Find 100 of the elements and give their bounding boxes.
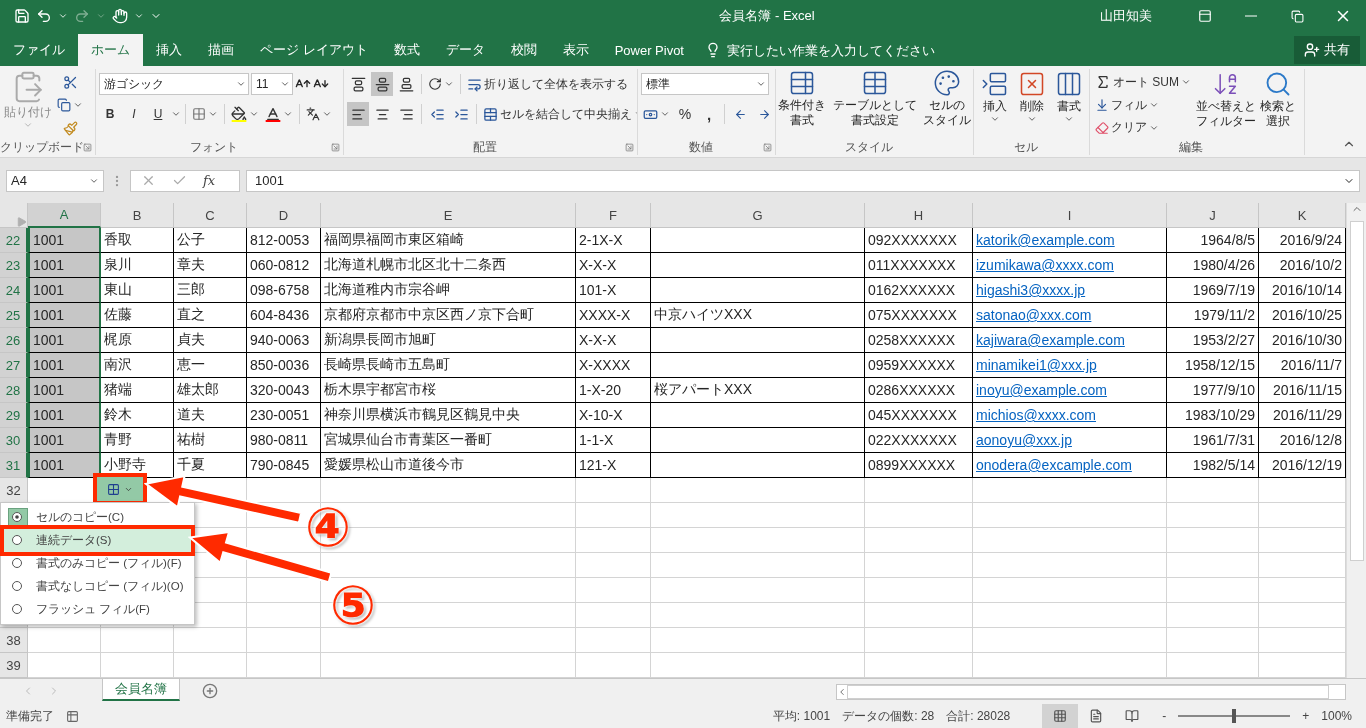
row-header[interactable]: 31 <box>0 453 28 478</box>
ribbon-tab[interactable]: 数式 <box>380 34 433 66</box>
table-cell: 1958/12/15 <box>1167 353 1259 378</box>
table-cell: 1001 <box>28 428 101 453</box>
ribbon-tab[interactable]: 表示 <box>549 34 602 66</box>
column-header[interactable]: D <box>247 203 321 228</box>
row-header[interactable]: 32 <box>0 478 28 503</box>
ribbon-tab[interactable]: 挿入 <box>143 34 195 66</box>
sheet-tab[interactable]: 会員名簿 <box>102 679 180 701</box>
table-cell: 011XXXXXXX <box>865 253 973 278</box>
email-link[interactable]: satonao@xxx.com <box>973 303 1167 328</box>
table-cell: 940-0063 <box>247 328 321 353</box>
format-as-table-button[interactable]: テーブルとして 書式設定 <box>832 69 917 139</box>
table-cell: 愛媛県松山市道後今市 <box>321 453 576 478</box>
row-header[interactable]: 23 <box>0 253 28 278</box>
menu-item[interactable]: フラッシュ フィル(F) <box>4 598 192 621</box>
column-header[interactable]: I <box>973 203 1167 228</box>
row-header[interactable]: 28 <box>0 378 28 403</box>
table-cell: X-X-X <box>576 328 651 353</box>
wrap-text-button[interactable]: 折り返して全体を表示する <box>465 72 630 96</box>
italic-button[interactable]: I <box>123 102 145 126</box>
bold-button[interactable]: B <box>99 102 121 126</box>
table-cell: 道夫 <box>174 403 247 428</box>
ribbon-tab[interactable]: ファイル <box>0 34 78 66</box>
email-link[interactable]: inoyu@example.com <box>973 378 1167 403</box>
ribbon-tab[interactable]: 校閲 <box>497 34 550 66</box>
table-cell: 神奈川県横浜市鶴見区鶴見中央 <box>321 403 576 428</box>
comma-button[interactable]: , <box>698 102 720 126</box>
clear-button[interactable]: クリア <box>1093 116 1193 139</box>
group-label: スタイル <box>844 138 893 155</box>
ribbon-tab[interactable]: 描画 <box>195 34 247 66</box>
status-average: 平均: 1001 <box>772 707 831 725</box>
email-link[interactable]: kajiwara@example.com <box>973 328 1167 353</box>
email-link[interactable]: minamikei1@xxx.jp <box>973 353 1167 378</box>
row-header[interactable]: 30 <box>0 428 28 453</box>
conditional-format-button[interactable]: 条件付き 書式 <box>778 69 826 139</box>
row-header[interactable]: 38 <box>0 628 28 653</box>
find-select-button[interactable]: 検索と 選択 <box>1259 69 1297 139</box>
column-header[interactable]: H <box>865 203 973 228</box>
table-cell: 1-X-20 <box>576 378 651 403</box>
ribbon-tab[interactable]: データ <box>432 34 498 66</box>
column-header[interactable]: C <box>174 203 247 228</box>
row-header[interactable]: 39 <box>0 653 28 678</box>
fill-button[interactable]: フィル <box>1093 93 1193 117</box>
column-header[interactable]: B <box>101 203 174 228</box>
row-header[interactable]: 22 <box>0 228 28 253</box>
row-header[interactable]: 27 <box>0 353 28 378</box>
sort-filter-button[interactable]: 並べ替えと フィルター <box>1195 69 1257 139</box>
table-cell: 祐樹 <box>174 428 247 453</box>
ribbon-tab[interactable]: Power Pivot <box>601 34 697 66</box>
autosum-button[interactable]: オート SUM <box>1093 71 1193 94</box>
table-cell: 栃木県宇都宮市桜 <box>321 378 576 403</box>
number-format-select[interactable]: 標準 <box>641 73 769 95</box>
group-label: セル <box>1013 138 1038 155</box>
merge-center-button[interactable]: セルを結合して中央揃え <box>481 102 637 126</box>
table-cell: 梶原 <box>101 328 174 353</box>
menu-item[interactable]: 書式のみコピー (フィル)(F) <box>4 552 192 575</box>
format-button[interactable]: 書式 <box>1053 69 1084 139</box>
column-header[interactable]: J <box>1167 203 1259 228</box>
column-header[interactable]: A <box>28 203 101 228</box>
group-label: フォント <box>189 138 238 155</box>
tell-me-field[interactable]: 実行したい作業を入力してください <box>725 41 999 59</box>
table-cell: 中京ハイツXXX <box>651 303 865 328</box>
email-link[interactable]: michios@xxxx.com <box>973 403 1167 428</box>
column-header[interactable]: K <box>1259 203 1346 228</box>
share-button[interactable]: 共有 <box>1294 36 1360 64</box>
row-header[interactable]: 26 <box>0 328 28 353</box>
email-link[interactable]: higashi3@xxxx.jp <box>973 278 1167 303</box>
name-box[interactable]: A4 <box>6 169 104 192</box>
table-cell: 1969/7/19 <box>1167 278 1259 303</box>
table-cell: 桜アパートXXX <box>651 378 865 403</box>
email-link[interactable]: izumikawa@xxxx.com <box>973 253 1167 278</box>
percent-button[interactable]: % <box>674 102 696 126</box>
table-cell: 1001 <box>28 453 101 478</box>
zoom-level[interactable]: 100% <box>1321 709 1352 723</box>
insert-button[interactable]: 挿入 <box>979 69 1010 139</box>
email-link[interactable]: onodera@excample.com <box>973 453 1167 478</box>
row-header[interactable]: 29 <box>0 403 28 428</box>
delete-button[interactable]: 削除 <box>1016 69 1047 139</box>
row-header[interactable]: 25 <box>0 303 28 328</box>
table-cell: 1001 <box>28 328 101 353</box>
font-select[interactable]: 游ゴシック <box>99 73 249 95</box>
zoom-in-button[interactable]: + <box>1302 709 1310 723</box>
row-header[interactable]: 24 <box>0 278 28 303</box>
underline-button[interactable]: U <box>147 102 169 126</box>
font-size-select[interactable]: 11 <box>251 73 293 95</box>
column-header[interactable]: E <box>321 203 576 228</box>
email-link[interactable]: aonoyu@xxx.jp <box>973 428 1167 453</box>
column-header[interactable]: G <box>651 203 865 228</box>
zoom-out-button[interactable]: - <box>1162 709 1167 723</box>
email-link[interactable]: katorik@example.com <box>973 228 1167 253</box>
ribbon-tab[interactable]: ページ レイアウト <box>247 34 381 66</box>
table-cell: 060-0812 <box>247 253 321 278</box>
ribbon-tab[interactable]: ホーム <box>78 34 143 66</box>
formula-field[interactable]: 1001 <box>246 169 1360 192</box>
insert-function-button[interactable]: fx <box>203 173 216 188</box>
column-header[interactable]: F <box>576 203 651 228</box>
menu-item[interactable]: 書式なしコピー (フィル)(O) <box>4 575 192 598</box>
cell-styles-button[interactable]: セルの スタイル <box>923 69 971 139</box>
table-cell: 公子 <box>174 228 247 253</box>
